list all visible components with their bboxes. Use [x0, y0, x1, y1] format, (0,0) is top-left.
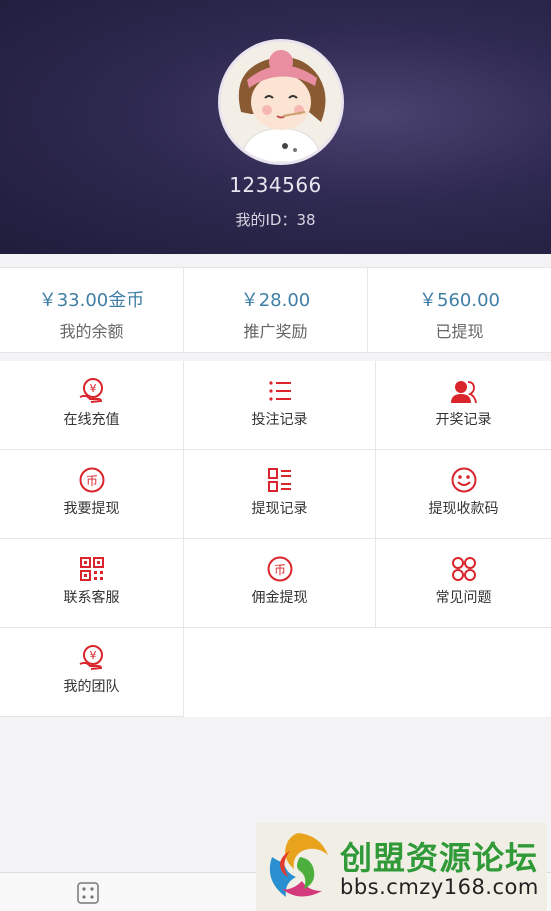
svg-text:币: 币	[85, 474, 97, 488]
yuan-hand-icon: ¥	[77, 376, 107, 406]
stats-bar: ￥33.00金币 我的余额 ￥28.00 推广奖励 ￥560.00 已提现	[0, 267, 551, 353]
menu-item-recharge[interactable]: ¥ 在线充值	[0, 361, 184, 450]
empty-cell	[376, 628, 551, 717]
menu-label: 联系客服	[63, 590, 120, 606]
menu-item-faq[interactable]: 常见问题	[376, 539, 551, 628]
watermark-banner: 创盟资源论坛 bbs.cmzy168.com	[256, 823, 547, 911]
stat-balance[interactable]: ￥33.00金币 我的余额	[0, 268, 184, 352]
coin-icon: 币	[77, 465, 107, 495]
list-icon	[265, 376, 295, 406]
list-record-icon	[265, 465, 295, 495]
user-id: 我的ID：38	[235, 211, 316, 229]
menu-label: 提现收款码	[428, 501, 499, 517]
profile-header: 1234566 我的ID：38	[0, 0, 551, 254]
menu-item-bet-records[interactable]: 投注记录	[184, 361, 376, 450]
menu-item-draw-records[interactable]: 开奖记录	[376, 361, 551, 450]
menu-label: 投注记录	[251, 412, 308, 428]
menu-label: 在线充值	[63, 412, 120, 428]
menu-grid: ¥ 在线充值 投注记录 开奖记录 币 我要提现 提现记录 提现收款码 联系客服 …	[0, 361, 551, 717]
svg-text:币: 币	[273, 563, 285, 577]
stat-promotion[interactable]: ￥28.00 推广奖励	[184, 268, 368, 352]
menu-label: 佣金提现	[251, 590, 308, 606]
stat-value: ￥33.00金币	[38, 290, 145, 311]
menu-label: 开奖记录	[435, 412, 492, 428]
menu-item-payment-code[interactable]: 提现收款码	[376, 450, 551, 539]
empty-cell	[184, 628, 376, 717]
watermark-logo	[269, 833, 328, 897]
menu-label: 我要提现	[63, 501, 120, 517]
menu-label: 常见问题	[435, 590, 492, 606]
watermark-title: 创盟资源论坛	[340, 839, 539, 877]
stat-withdrawn[interactable]: ￥560.00 已提现	[368, 268, 551, 352]
menu-label: 我的团队	[63, 679, 120, 695]
qr-code-icon	[77, 554, 107, 584]
stat-value: ￥28.00	[240, 290, 311, 311]
stat-label: 推广奖励	[243, 322, 308, 341]
yuan-hand-icon: ¥	[77, 643, 107, 673]
watermark-url: bbs.cmzy168.com	[340, 875, 539, 899]
menu-item-withdraw-records[interactable]: 提现记录	[184, 450, 376, 539]
grid-circles-icon	[449, 554, 479, 584]
smile-icon	[449, 465, 479, 495]
stat-value: ￥560.00	[419, 290, 500, 311]
menu-item-withdraw[interactable]: 币 我要提现	[0, 450, 184, 539]
svg-text:¥: ¥	[89, 382, 96, 395]
username: 1234566	[229, 173, 322, 197]
coin-icon: 币	[265, 554, 295, 584]
svg-text:¥: ¥	[89, 649, 96, 662]
avatar-image	[221, 42, 341, 162]
dice-icon[interactable]	[76, 881, 100, 905]
avatar[interactable]	[218, 39, 344, 165]
stat-label: 我的余额	[59, 322, 124, 341]
stat-label: 已提现	[435, 322, 484, 341]
menu-item-my-team[interactable]: ¥ 我的团队	[0, 628, 184, 717]
menu-item-commission-withdraw[interactable]: 币 佣金提现	[184, 539, 376, 628]
menu-item-customer-service[interactable]: 联系客服	[0, 539, 184, 628]
menu-label: 提现记录	[251, 501, 308, 517]
users-icon	[449, 376, 479, 406]
